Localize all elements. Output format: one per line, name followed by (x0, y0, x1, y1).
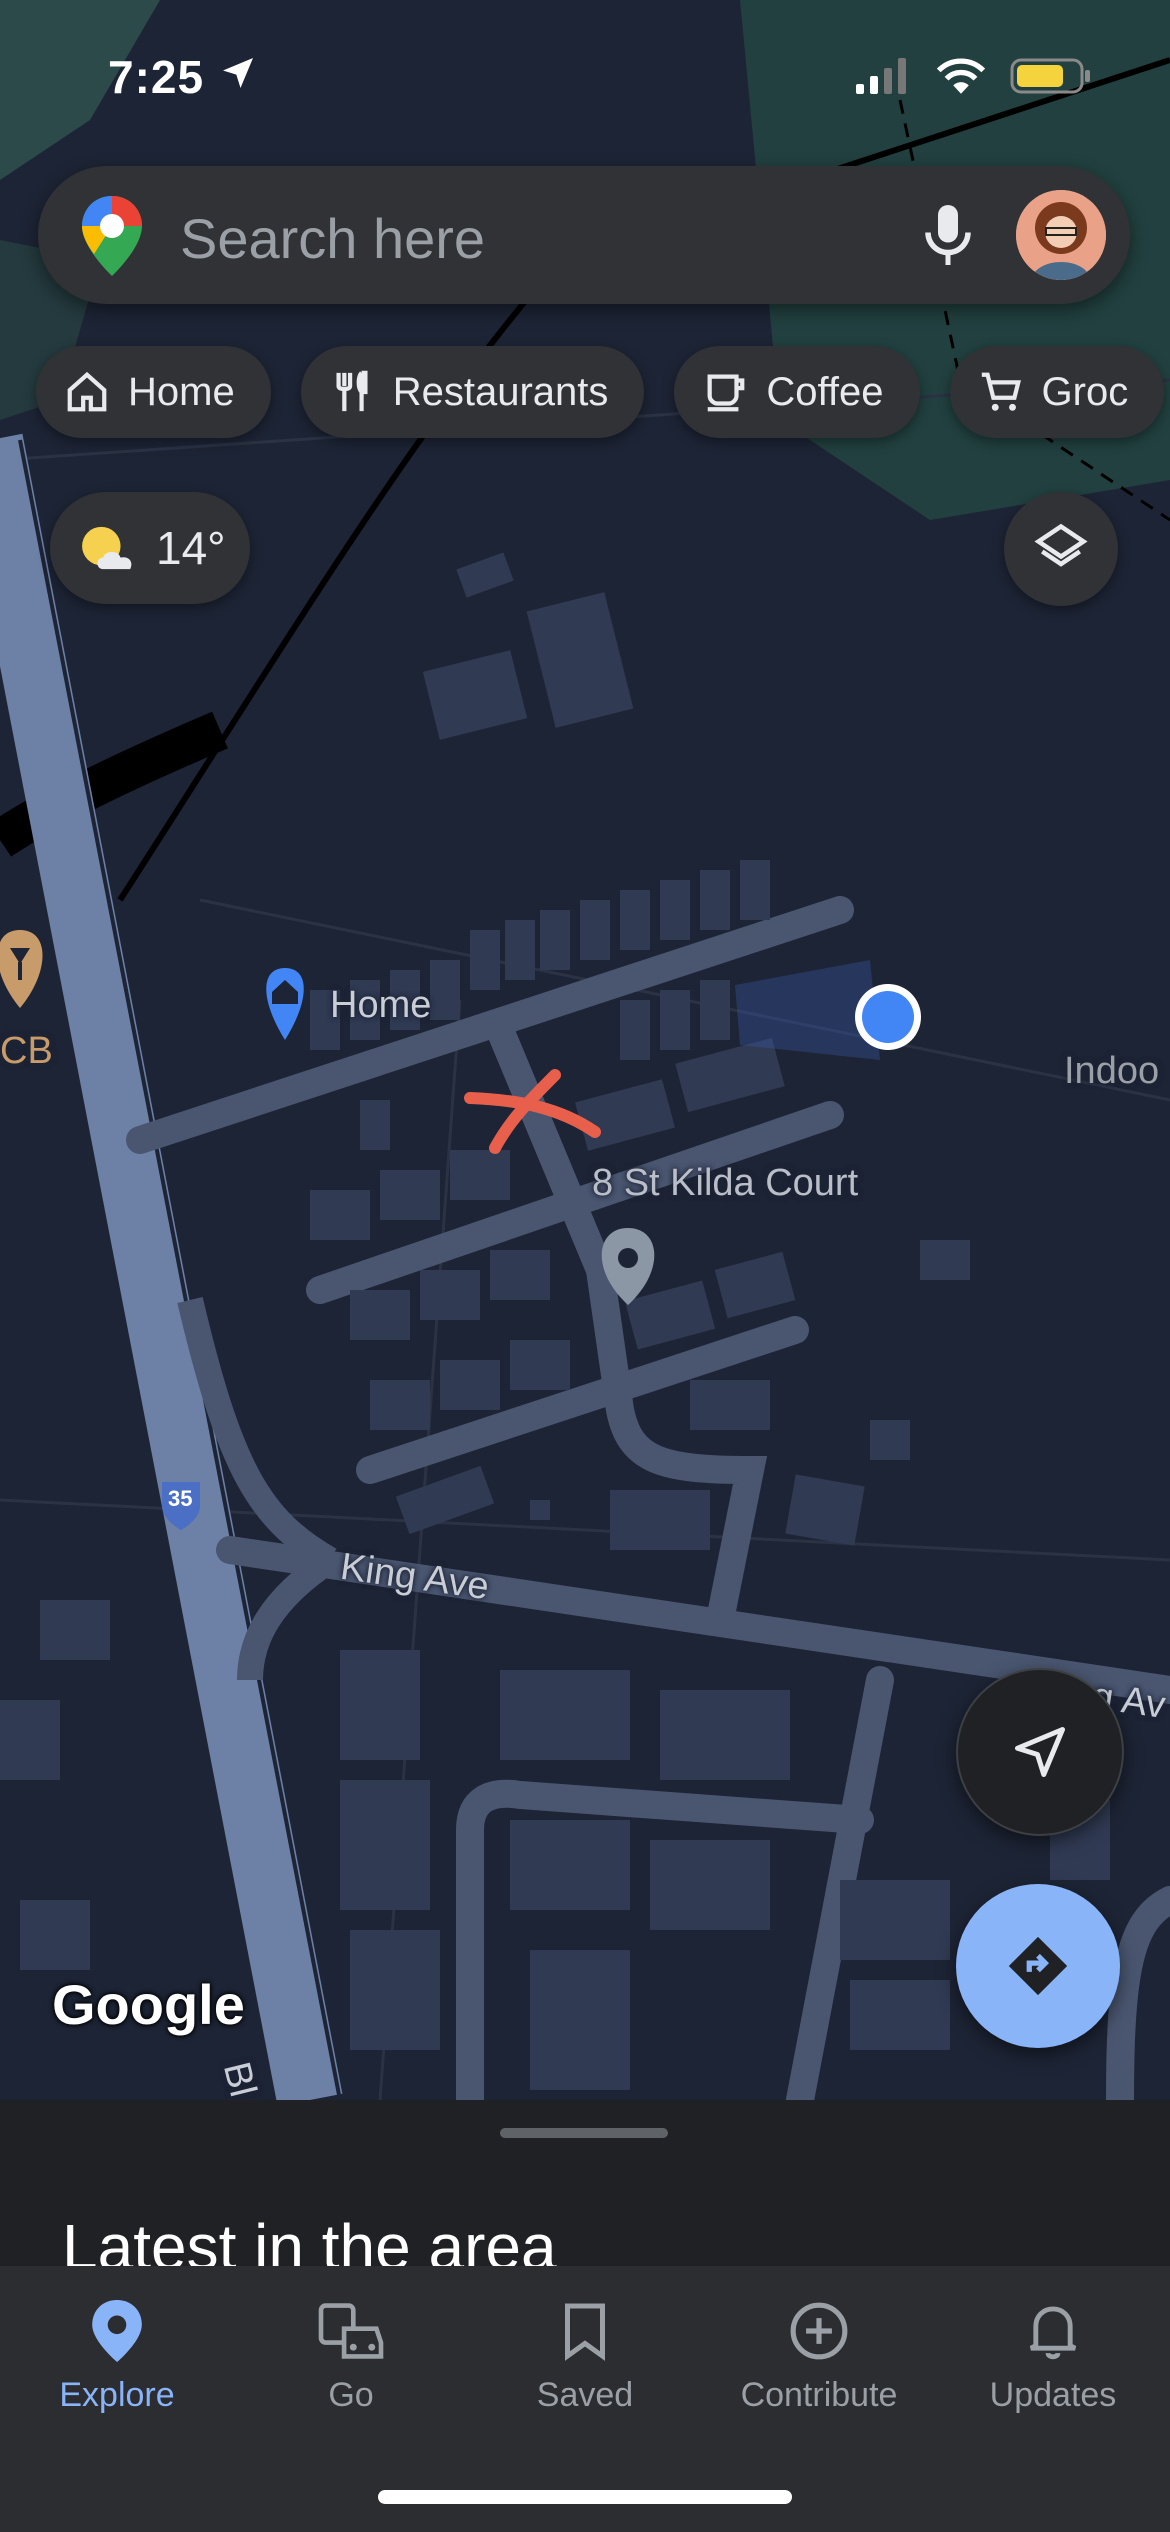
commute-icon (318, 2303, 384, 2359)
wifi-icon (936, 58, 986, 94)
home-pin[interactable] (266, 968, 304, 1040)
location-arrow-icon (218, 51, 258, 103)
directions-button[interactable] (956, 1884, 1120, 2048)
chip-coffee-label: Coffee (766, 369, 884, 414)
nav-contribute[interactable]: Contribute (702, 2296, 936, 2415)
search-bar[interactable]: Search here (38, 166, 1130, 304)
address-label: 8 St Kilda Court (592, 1162, 859, 1204)
chip-restaurants[interactable]: Restaurants (300, 346, 645, 438)
weather-temperature: 14° (156, 522, 226, 574)
bookmark-icon (565, 2303, 605, 2361)
signal-icon (856, 58, 906, 94)
layers-button[interactable] (1004, 492, 1118, 606)
status-time: 7:25 (108, 50, 258, 104)
bar-label: CB (0, 1030, 53, 1072)
sheet-title: Latest in the area (62, 2211, 557, 2270)
weather-chip[interactable]: 14° (50, 492, 250, 604)
nav-go-label: Go (328, 2376, 374, 2414)
partly-cloudy-icon (82, 526, 132, 570)
nav-saved-label: Saved (536, 2376, 634, 2414)
fork-knife-icon (336, 370, 368, 412)
chip-restaurants-label: Restaurants (392, 369, 609, 414)
bottom-sheet[interactable]: Latest in the area (0, 2100, 1170, 2270)
directions-icon (1008, 1936, 1068, 1996)
sheet-handle[interactable] (500, 2128, 668, 2138)
avatar[interactable] (1016, 190, 1106, 280)
my-location-button[interactable] (956, 1668, 1124, 1836)
nav-explore-label: Explore (59, 2376, 175, 2414)
navigation-arrow-icon (1015, 1727, 1065, 1777)
bell-icon (1029, 2306, 1077, 2360)
layers-icon (1034, 523, 1088, 567)
search-input[interactable]: Search here (180, 206, 485, 271)
status-time-text: 7:25 (108, 51, 205, 103)
chip-home[interactable]: Home (36, 346, 271, 438)
google-attribution: Google (52, 1973, 245, 2036)
status-icons (854, 56, 1092, 96)
explore-pin-icon (92, 2300, 142, 2362)
cart-icon (981, 372, 1021, 411)
home-indicator[interactable] (378, 2490, 792, 2504)
category-chips: Home Restaurants Coffee Groc (36, 346, 1165, 438)
home-pin-label: Home (330, 984, 432, 1026)
chip-home-label: Home (128, 369, 235, 414)
chip-groceries-label: Groc (1041, 369, 1129, 414)
nav-contribute-label: Contribute (740, 2376, 898, 2414)
coffee-cup-icon (707, 374, 745, 412)
nav-updates-label: Updates (989, 2376, 1117, 2414)
home-icon (67, 371, 107, 412)
microphone-icon[interactable] (918, 202, 978, 273)
add-circle-icon (790, 2302, 848, 2360)
nav-saved[interactable]: Saved (468, 2296, 702, 2415)
chip-coffee[interactable]: Coffee (674, 346, 920, 438)
google-maps-logo-icon (82, 196, 142, 281)
battery-icon (1010, 58, 1090, 94)
indoor-label: Indoo (1064, 1050, 1160, 1092)
chip-groceries[interactable]: Groc (949, 346, 1165, 438)
bar-pin[interactable] (0, 930, 43, 1008)
nav-updates[interactable]: Updates (936, 2296, 1170, 2415)
nav-explore[interactable]: Explore (0, 2296, 234, 2415)
nav-go[interactable]: Go (234, 2296, 468, 2415)
highway-shield-number: 35 (168, 1486, 193, 1511)
